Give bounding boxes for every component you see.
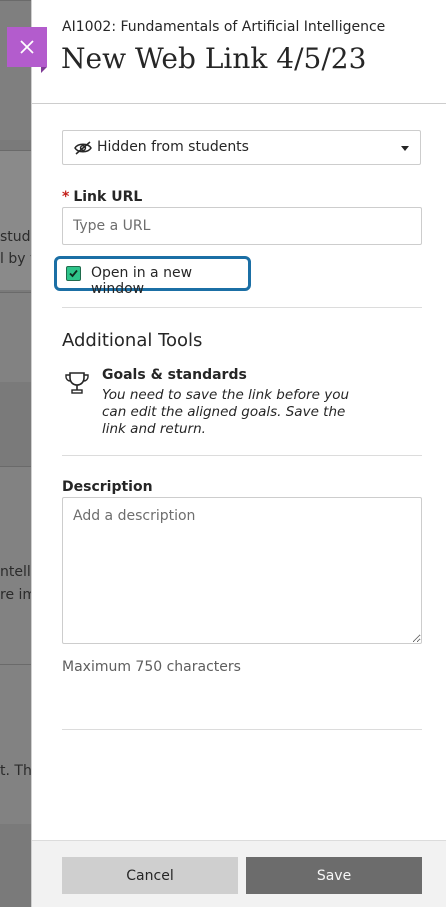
background-text: l by y — [0, 251, 32, 267]
background-block — [0, 150, 32, 290]
panel-footer: Cancel Save — [32, 840, 446, 907]
link-url-input[interactable] — [62, 207, 422, 245]
divider — [62, 729, 422, 730]
character-limit-text: Maximum 750 characters — [62, 659, 241, 675]
checkbox-checked[interactable] — [66, 266, 81, 281]
panel-header: AI1002: Fundamentals of Artificial Intel… — [32, 0, 446, 104]
trophy-icon — [65, 372, 89, 394]
web-link-panel: AI1002: Fundamentals of Artificial Intel… — [31, 0, 446, 907]
background-block — [0, 0, 32, 140]
close-icon — [20, 40, 34, 54]
background-text: re im — [0, 587, 32, 603]
required-marker: * — [62, 189, 70, 205]
open-new-window-label: Open in a new window — [91, 265, 193, 297]
eye-slash-icon — [74, 141, 92, 155]
link-url-label-text: Link URL — [73, 189, 143, 205]
close-button-fold — [41, 67, 47, 73]
background-block — [0, 292, 32, 382]
background-text: t. Th — [0, 763, 32, 779]
additional-tools-heading: Additional Tools — [62, 330, 203, 351]
course-title: AI1002: Fundamentals of Artificial Intel… — [62, 19, 386, 35]
visibility-selected-label: Hidden from students — [97, 139, 249, 155]
checkmark-icon — [69, 269, 78, 278]
background-page: study l by y ntellig re im t. Th — [0, 0, 32, 907]
background-text: study — [0, 229, 32, 245]
divider — [62, 455, 422, 456]
divider — [62, 307, 422, 308]
visibility-dropdown[interactable]: Hidden from students — [62, 130, 421, 165]
cancel-button[interactable]: Cancel — [62, 857, 238, 894]
link-url-label: * Link URL — [62, 189, 142, 205]
open-new-window-checkbox[interactable]: Open in a new window — [54, 256, 251, 297]
goals-standards-link[interactable]: Goals & standards — [102, 367, 247, 383]
goals-standards-description: You need to save the link before you can… — [102, 387, 350, 437]
description-textarea[interactable] — [62, 497, 422, 644]
save-button[interactable]: Save — [246, 857, 422, 894]
close-panel-button[interactable] — [7, 27, 47, 73]
page-title: New Web Link 4/5/23 — [61, 42, 367, 75]
background-text: ntellig — [0, 564, 32, 580]
chevron-down-icon — [401, 146, 409, 151]
background-block — [0, 664, 32, 824]
description-label: Description — [62, 479, 153, 495]
